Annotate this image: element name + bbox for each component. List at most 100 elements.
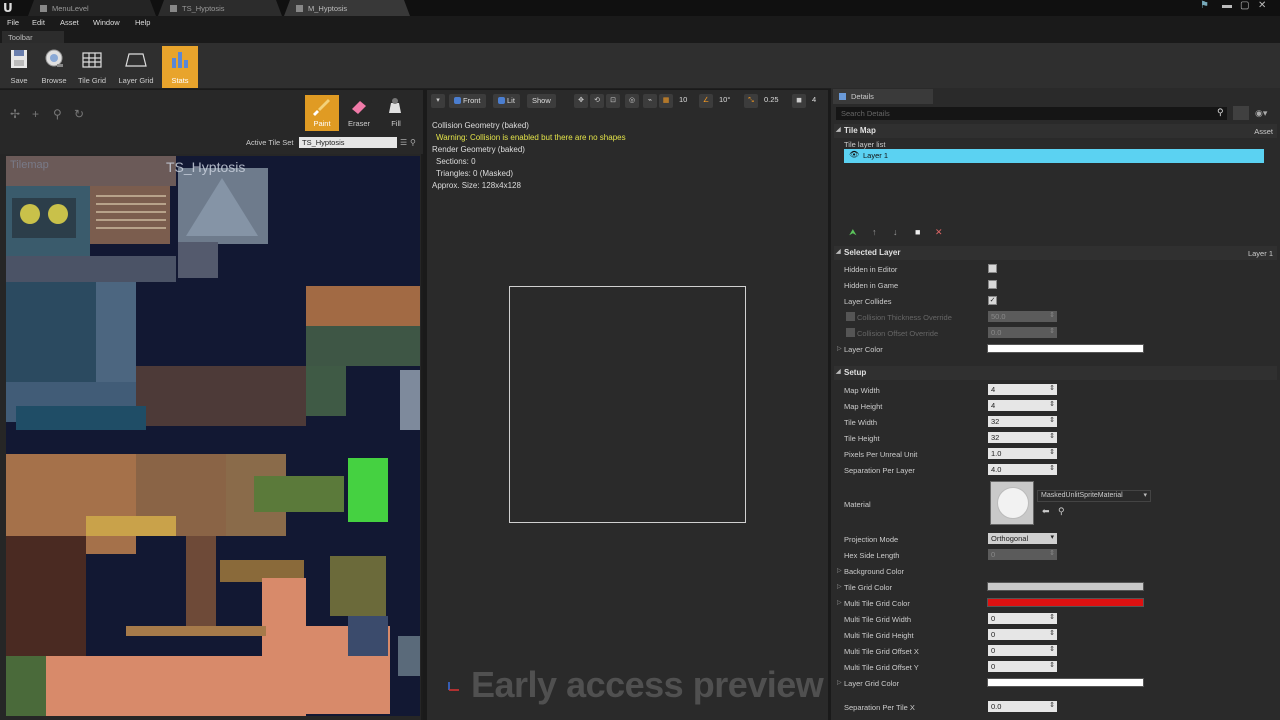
scale-snap-icon[interactable]: ⤡ — [744, 94, 758, 108]
multi-grid-offset-y-field[interactable]: 0 — [988, 661, 1057, 672]
material-thumbnail[interactable] — [990, 481, 1034, 525]
multi-grid-width-label: Multi Tile Grid Width — [844, 615, 912, 624]
setup-category[interactable]: Setup — [834, 366, 1277, 380]
translate-icon[interactable]: ✥ — [574, 94, 588, 108]
user-icon[interactable]: ⚑ — [1200, 0, 1209, 14]
scale-icon[interactable]: ⊡ — [606, 94, 620, 108]
hidden-in-editor-checkbox[interactable] — [988, 264, 997, 273]
save-label: Save — [10, 76, 28, 85]
menu-window[interactable]: Window — [93, 18, 120, 27]
browse-asset-icon[interactable]: ⚲ — [1058, 506, 1065, 517]
tab-m-hyptosis[interactable]: M_Hyptosis — [284, 0, 410, 16]
scale-snap-value[interactable]: 0.25 — [764, 95, 779, 104]
world-space-icon[interactable]: ◎ — [625, 94, 639, 108]
tile-map-header: Tile Map — [844, 126, 876, 135]
save-button[interactable]: Save — [1, 46, 37, 88]
tile-grid-color-swatch[interactable] — [987, 582, 1144, 591]
tile-height-field[interactable]: 32 — [988, 432, 1057, 443]
tile-grid-button[interactable]: Tile Grid — [74, 46, 110, 88]
camera-speed-value[interactable]: 4 — [812, 95, 816, 104]
fill-tool-button[interactable]: Fill — [379, 95, 413, 131]
tab-ts-hyptosis[interactable]: TS_Hyptosis — [158, 0, 282, 16]
search-details-input[interactable]: Search Details — [836, 107, 1227, 120]
eraser-tool-button[interactable]: Eraser — [342, 95, 376, 131]
collision-offset-field[interactable]: 0.0 — [988, 327, 1057, 338]
layer-collides-label: Layer Collides — [844, 297, 892, 306]
material-dropdown[interactable]: MaskedUnlitSpriteMaterial — [1037, 490, 1151, 502]
menu-edit[interactable]: Edit — [32, 18, 45, 27]
details-tab[interactable]: Details — [833, 89, 933, 104]
view-mode-button[interactable]: Front — [449, 94, 486, 108]
separation-per-tile-x-field[interactable]: 0.0 — [988, 701, 1057, 712]
viewport-options-button[interactable]: ▾ — [431, 94, 445, 108]
close-button[interactable]: ✕ — [1258, 0, 1266, 14]
minimize-button[interactable]: ▬ — [1222, 0, 1232, 14]
maximize-button[interactable]: ▢ — [1240, 0, 1249, 14]
tile-map-category[interactable]: Tile Map Asset — [834, 124, 1277, 138]
multi-grid-height-field[interactable]: 0 — [988, 629, 1057, 640]
rotation-snap-value[interactable]: 10° — [719, 95, 730, 104]
tile-grid-icon — [82, 52, 102, 68]
layer-row[interactable]: 👁 Layer 1 — [844, 149, 1264, 163]
menu-help[interactable]: Help — [135, 18, 150, 27]
move-layer-up-icon[interactable]: ↑ — [872, 227, 877, 237]
tile-map-bounds[interactable] — [509, 286, 746, 523]
show-button[interactable]: Show — [527, 94, 556, 108]
paint-tool-button[interactable]: Paint — [305, 95, 339, 131]
projection-mode-dropdown[interactable]: Orthogonal — [988, 533, 1057, 544]
tab-menulevel[interactable]: MenuLevel — [28, 0, 156, 16]
main-toolbar: Save Browse Tile Grid Layer Grid Stats — [0, 43, 1280, 89]
hex-side-length-field[interactable]: 0 — [988, 549, 1057, 560]
tileset-canvas[interactable]: Tilemap TS_Hyptosis — [6, 156, 420, 716]
grid-snap-value[interactable]: 10 — [679, 95, 687, 104]
collision-thickness-field[interactable]: 50.0 — [988, 311, 1057, 322]
move-layer-down-icon[interactable]: ↓ — [893, 227, 898, 237]
eye-icon[interactable]: 👁 — [849, 150, 859, 159]
menu-file[interactable]: File — [7, 18, 19, 27]
use-selected-asset-icon[interactable]: ⬅ — [1042, 506, 1050, 517]
layer-collides-checkbox[interactable]: ✓ — [988, 296, 997, 305]
map-width-field[interactable]: 4 — [988, 384, 1057, 395]
visibility-filter-icon[interactable]: ◉▾ — [1255, 108, 1267, 119]
background-color-swatch[interactable] — [987, 566, 1144, 575]
active-tile-set-field[interactable]: TS_Hyptosis — [299, 137, 397, 148]
rotation-snap-icon[interactable]: ∠ — [699, 94, 713, 108]
lit-button[interactable]: Lit — [493, 94, 520, 108]
layer-color-swatch[interactable] — [987, 344, 1144, 353]
separation-per-layer-field[interactable]: 4.0 — [988, 464, 1057, 475]
offset-override-checkbox[interactable] — [846, 328, 855, 337]
camera-speed-icon[interactable]: ◼ — [792, 94, 806, 108]
multi-tile-grid-color-swatch[interactable] — [987, 598, 1144, 607]
menu-asset[interactable]: Asset — [60, 18, 79, 27]
map-height-field[interactable]: 4 — [988, 400, 1057, 411]
collision-thickness-label: Collision Thickness Override — [857, 313, 952, 322]
browse-list-icon[interactable]: ☰ — [400, 138, 407, 147]
viewport[interactable]: ▾ Front Lit Show ✥ ⟲ ⊡ ◎ ⌁ ▦ 10 ∠ 10° ⤡ … — [427, 90, 828, 720]
toolbar-tab[interactable]: Toolbar — [2, 31, 64, 43]
pixels-per-unit-field[interactable]: 1.0 — [988, 448, 1057, 459]
surface-snap-icon[interactable]: ⌁ — [643, 94, 657, 108]
magnifier-icon[interactable]: ⚲ — [53, 107, 62, 121]
tile-width-field[interactable]: 32 — [988, 416, 1057, 427]
lit-label: Lit — [507, 96, 515, 105]
multi-grid-offset-x-field[interactable]: 0 — [988, 645, 1057, 656]
early-access-watermark: Early access preview — [471, 664, 824, 705]
refresh-icon[interactable]: ↻ — [74, 107, 84, 121]
delete-layer-icon[interactable]: ✕ — [935, 227, 943, 238]
layer-grid-color-swatch[interactable] — [987, 678, 1144, 687]
move-icon[interactable]: ✢ — [10, 107, 20, 121]
add-layer-icon[interactable]: ⮝ — [849, 227, 857, 238]
view-options-icon[interactable] — [1233, 106, 1249, 120]
hidden-in-game-checkbox[interactable] — [988, 280, 997, 289]
plus-icon[interactable]: + — [32, 107, 39, 121]
duplicate-layer-icon[interactable]: ■ — [915, 227, 920, 237]
multi-grid-width-field[interactable]: 0 — [988, 613, 1057, 624]
find-icon[interactable]: ⚲ — [410, 138, 416, 147]
rotate-icon[interactable]: ⟲ — [590, 94, 604, 108]
grid-snap-icon[interactable]: ▦ — [659, 94, 673, 108]
layer-grid-button[interactable]: Layer Grid — [116, 46, 156, 88]
thickness-override-checkbox[interactable] — [846, 312, 855, 321]
selected-layer-category[interactable]: Selected Layer Layer 1 — [834, 246, 1277, 260]
browse-button[interactable]: Browse — [36, 46, 72, 88]
stats-button[interactable]: Stats — [162, 46, 198, 88]
